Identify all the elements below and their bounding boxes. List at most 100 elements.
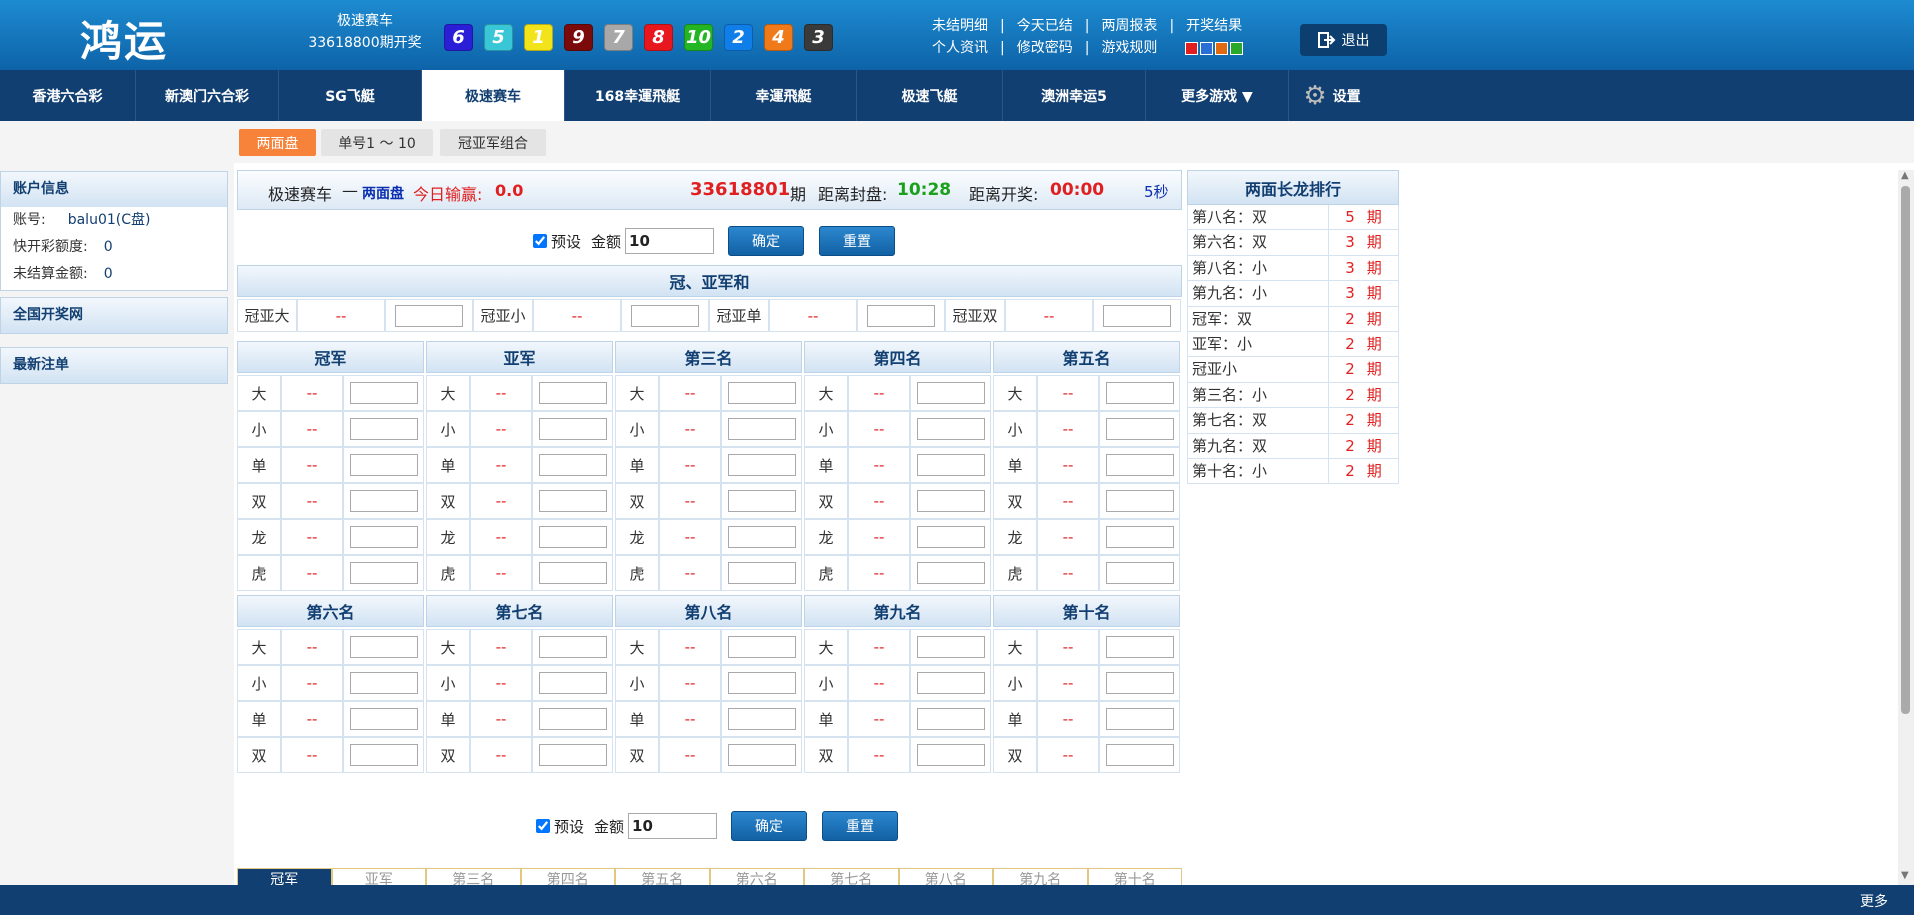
position-tab[interactable]: 第七名	[804, 868, 899, 885]
bet-amount-input[interactable]	[349, 708, 418, 730]
settings-button[interactable]: ⚙ 设置	[1289, 70, 1375, 121]
confirm-button-bottom[interactable]: 确定	[731, 811, 808, 841]
position-tab[interactable]: 第八名	[898, 868, 993, 885]
bet-amount-input[interactable]	[727, 526, 796, 548]
bet-amount-input[interactable]	[727, 744, 796, 766]
header-link[interactable]: 开奖结果	[1186, 15, 1242, 37]
bet-amount-input[interactable]	[916, 672, 985, 694]
bet-amount-input[interactable]	[916, 744, 985, 766]
nav-item-game[interactable]: 新澳门六合彩	[136, 70, 279, 121]
bet-amount-input[interactable]	[538, 744, 607, 766]
bet-amount-input[interactable]	[538, 454, 607, 476]
bet-amount-input[interactable]	[916, 454, 985, 476]
bet-amount-input[interactable]	[349, 744, 418, 766]
nav-item-game[interactable]: 极速飞艇	[857, 70, 1003, 121]
scroll-up-icon[interactable]: ▲	[1901, 170, 1909, 181]
nav-item-game[interactable]: 香港六合彩	[0, 70, 136, 121]
bet-amount-input[interactable]	[538, 382, 607, 404]
position-tab[interactable]: 亚军	[331, 868, 426, 885]
theme-color-swatch[interactable]	[1200, 41, 1214, 55]
bet-amount-input[interactable]	[1105, 672, 1174, 694]
nav-item-game[interactable]: 更多游戏 ▼	[1146, 70, 1289, 121]
position-tab[interactable]: 冠军	[237, 868, 332, 885]
nav-item-game[interactable]: 168幸運飛艇	[565, 70, 711, 121]
bet-amount-input[interactable]	[727, 562, 796, 584]
nav-item-game[interactable]: 幸運飛艇	[711, 70, 857, 121]
bet-amount-input[interactable]	[727, 708, 796, 730]
more-link[interactable]: 更多	[1860, 891, 1888, 911]
header-link[interactable]: 游戏规则	[1101, 37, 1157, 59]
nav-item-game[interactable]: 澳洲幸运5	[1003, 70, 1146, 121]
bet-amount-input[interactable]	[349, 382, 418, 404]
bet-amount-input[interactable]	[1105, 526, 1174, 548]
bet-amount-input[interactable]	[538, 708, 607, 730]
bet-amount-input[interactable]	[916, 526, 985, 548]
scroll-thumb[interactable]	[1901, 186, 1910, 714]
bet-amount-input[interactable]	[538, 526, 607, 548]
bet-amount-input[interactable]	[349, 562, 418, 584]
theme-color-swatch[interactable]	[1185, 41, 1199, 55]
header-link[interactable]: 今天已结	[1017, 15, 1073, 37]
bet-amount-input[interactable]	[349, 454, 418, 476]
scroll-down-icon[interactable]: ▼	[1901, 870, 1909, 881]
bet-amount-input[interactable]	[727, 454, 796, 476]
confirm-button[interactable]: 确定	[728, 226, 805, 256]
bet-amount-input[interactable]	[1105, 708, 1174, 730]
latest-orders-link[interactable]: 最新注单	[0, 347, 228, 384]
bet-amount-input[interactable]	[916, 708, 985, 730]
bet-amount-input[interactable]	[916, 636, 985, 658]
subtab-two-sides[interactable]: 两面盘	[239, 129, 316, 156]
bet-amount-input[interactable]	[349, 526, 418, 548]
reset-button[interactable]: 重置	[819, 226, 896, 256]
position-tab[interactable]: 第九名	[993, 868, 1088, 885]
bet-amount-input[interactable]	[1105, 636, 1174, 658]
preset-checkbox[interactable]	[533, 234, 547, 248]
preset-checkbox-bottom[interactable]	[536, 819, 550, 833]
nav-item-game[interactable]: SG飞艇	[279, 70, 422, 121]
theme-color-swatch[interactable]	[1215, 41, 1229, 55]
bet-amount-input[interactable]	[538, 672, 607, 694]
sum-bet-input[interactable]	[1103, 304, 1171, 327]
nav-item-game[interactable]: 极速赛车	[422, 70, 565, 121]
sum-bet-input[interactable]	[867, 304, 935, 327]
bet-amount-input[interactable]	[1105, 382, 1174, 404]
page-scrollbar[interactable]: ▲ ▼	[1898, 170, 1914, 885]
position-tab[interactable]: 第六名	[709, 868, 804, 885]
bet-amount-input[interactable]	[1105, 490, 1174, 512]
logout-button[interactable]: 退出	[1300, 24, 1387, 56]
refresh-timer[interactable]: 5秒	[1144, 181, 1169, 202]
bet-amount-input[interactable]	[1105, 744, 1174, 766]
lottery-site-link[interactable]: 全国开奖网	[0, 297, 228, 334]
header-link[interactable]: 修改密码	[1017, 37, 1073, 59]
subtab-single-number[interactable]: 单号1 ～ 10	[321, 129, 433, 156]
bet-amount-input[interactable]	[538, 418, 607, 440]
bet-amount-input[interactable]	[538, 490, 607, 512]
bet-amount-input[interactable]	[349, 418, 418, 440]
position-tab[interactable]: 第三名	[426, 868, 521, 885]
position-tab[interactable]: 第五名	[615, 868, 710, 885]
bet-amount-input[interactable]	[538, 562, 607, 584]
bet-amount-input[interactable]	[916, 490, 985, 512]
bet-amount-input[interactable]	[1105, 562, 1174, 584]
bet-amount-input[interactable]	[349, 636, 418, 658]
subtab-champion-combo[interactable]: 冠亚军组合	[440, 129, 546, 156]
bet-amount-input[interactable]	[727, 382, 796, 404]
position-tab[interactable]: 第十名	[1087, 868, 1182, 885]
theme-color-swatch[interactable]	[1230, 41, 1244, 55]
theme-swatches[interactable]	[1183, 37, 1244, 59]
bet-amount-input[interactable]	[349, 490, 418, 512]
bet-amount-input[interactable]	[916, 418, 985, 440]
bet-amount-input[interactable]	[916, 562, 985, 584]
header-link[interactable]: 未结明细	[932, 15, 988, 37]
position-tab[interactable]: 第四名	[520, 868, 615, 885]
bet-amount-input[interactable]	[916, 382, 985, 404]
amount-input-bottom[interactable]: 10	[628, 813, 718, 839]
bet-amount-input[interactable]	[727, 636, 796, 658]
header-link[interactable]: 个人资讯	[932, 37, 988, 59]
sum-bet-input[interactable]	[631, 304, 699, 327]
bet-amount-input[interactable]	[1105, 454, 1174, 476]
bet-amount-input[interactable]	[349, 672, 418, 694]
header-link[interactable]: 两周报表	[1101, 15, 1157, 37]
reset-button-bottom[interactable]: 重置	[822, 811, 899, 841]
bet-amount-input[interactable]	[1105, 418, 1174, 440]
